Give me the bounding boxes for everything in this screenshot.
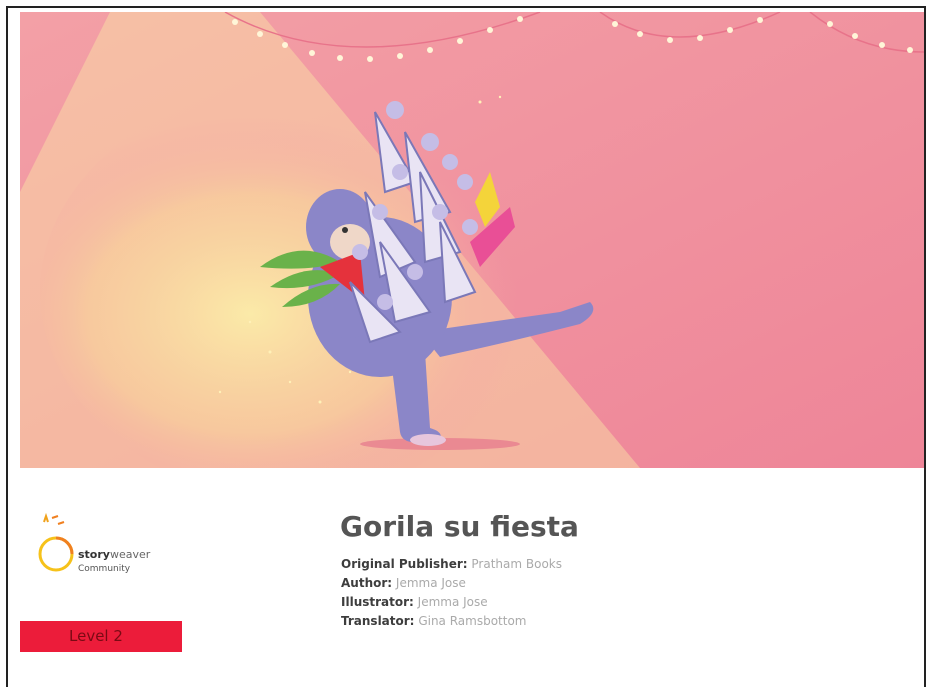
- level-badge: Level 2: [20, 621, 182, 652]
- storyweaver-logo: storyweaver Community: [36, 512, 176, 582]
- book-title: Gorila su fiesta: [340, 510, 579, 543]
- storyweaver-logo-icon: [38, 512, 74, 572]
- logo-subtitle: Community: [78, 564, 131, 574]
- credits-block: Original Publisher: Pratham Books Author…: [341, 555, 562, 631]
- credit-publisher: Original Publisher: Pratham Books: [341, 557, 562, 571]
- credit-illustrator: Illustrator: Jemma Jose: [341, 595, 488, 609]
- credit-author: Author: Jemma Jose: [341, 576, 466, 590]
- credit-translator: Translator: Gina Ramsbottom: [341, 614, 527, 628]
- logo-wordmark: storyweaver: [78, 548, 151, 561]
- cover-illustration: [20, 12, 924, 468]
